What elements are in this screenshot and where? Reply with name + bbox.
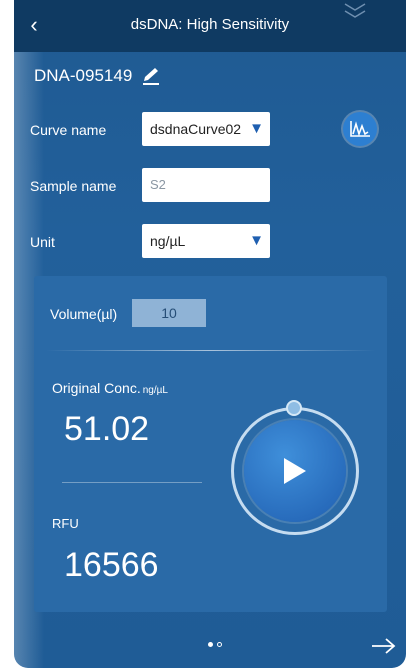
dropdown-arrow-icon: ▼ <box>249 120 264 137</box>
title-bar: ‹ dsDNA: High Sensitivity <box>14 0 406 52</box>
page-indicator <box>206 642 230 650</box>
pencil-icon[interactable] <box>140 66 162 86</box>
curve-name-label: Curve name <box>30 122 107 138</box>
curve-chart-icon <box>350 121 370 137</box>
original-conc-label: Original Conc. ng/µL <box>52 380 168 396</box>
sample-name-placeholder: S2 <box>150 177 166 192</box>
unit-value: ng/µL <box>150 233 186 249</box>
rfu-label: RFU <box>52 516 79 531</box>
sample-name-label: Sample name <box>30 178 117 194</box>
play-button[interactable] <box>244 420 346 522</box>
conc-unit: ng/µL <box>142 385 168 396</box>
curve-chart-button[interactable] <box>343 112 377 146</box>
app-screen: ‹ dsDNA: High Sensitivity DNA-095149 Cur… <box>14 0 406 668</box>
unit-label: Unit <box>30 234 55 250</box>
page-dot <box>217 642 222 647</box>
sample-name-input[interactable]: S2 <box>142 168 270 202</box>
curve-name-value: dsdnaCurve02 <box>150 121 242 137</box>
dropdown-arrow-icon: ▼ <box>249 232 264 249</box>
progress-ring-knob <box>286 400 302 416</box>
unit-select[interactable]: ng/µL ▼ <box>142 224 270 258</box>
volume-input[interactable]: 10 <box>132 299 206 327</box>
volume-label: Volume(µl) <box>50 306 118 322</box>
double-chevron-icon[interactable] <box>342 0 368 22</box>
play-icon <box>284 458 306 484</box>
curve-name-select[interactable]: dsdnaCurve02 ▼ <box>142 112 270 146</box>
arrow-right-icon[interactable] <box>370 634 398 658</box>
original-conc-value: 51.02 <box>64 410 150 448</box>
rfu-value: 16566 <box>64 546 159 584</box>
divider <box>46 350 376 351</box>
divider <box>62 482 202 483</box>
measurement-panel: Volume(µl) 10 Original Conc. ng/µL 51.02 … <box>34 276 387 612</box>
sample-id: DNA-095149 <box>34 66 133 85</box>
page-dot-active <box>208 642 213 647</box>
original-conc-text: Original Conc. <box>52 380 141 396</box>
